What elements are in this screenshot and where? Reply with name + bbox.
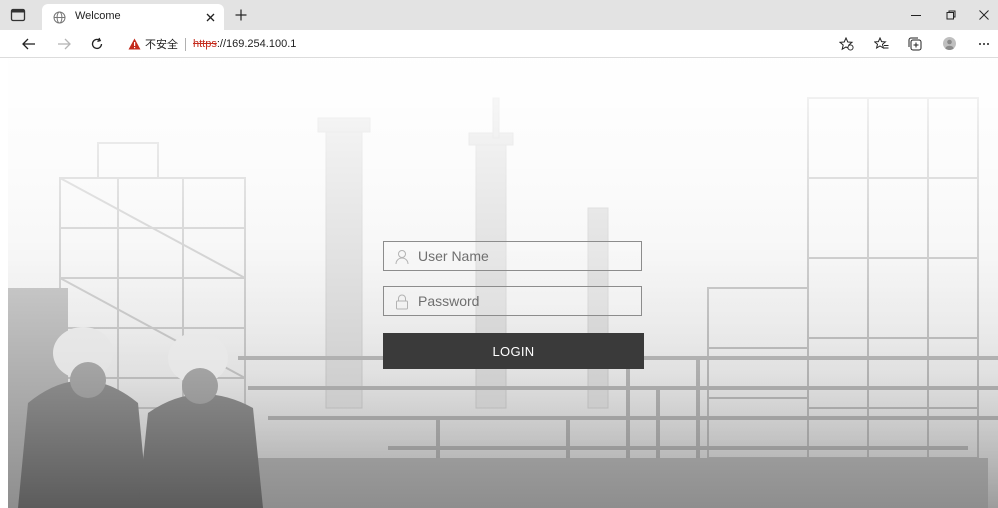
page-content: LOGIN	[8, 58, 998, 508]
profile-icon[interactable]	[940, 35, 958, 52]
password-input[interactable]	[418, 287, 633, 315]
back-icon[interactable]	[20, 35, 38, 52]
security-label: 不安全	[145, 39, 178, 51]
warning-icon	[128, 38, 141, 50]
login-form: LOGIN	[383, 241, 644, 369]
close-icon[interactable]	[975, 7, 993, 23]
url-field[interactable]: 不安全 https://169.254.100.1	[128, 36, 296, 52]
username-input[interactable]	[418, 242, 633, 270]
minimize-icon[interactable]	[907, 7, 925, 23]
security-indicator[interactable]: 不安全	[128, 36, 178, 52]
login-button[interactable]: LOGIN	[383, 333, 644, 369]
tab-title: Welcome	[75, 10, 121, 22]
more-icon[interactable]	[975, 35, 993, 52]
tab-welcome[interactable]: Welcome	[42, 4, 224, 30]
browser-window: Welcome 不安全 https://169.254.100.1 User N…	[0, 0, 998, 508]
url-text: https://169.254.100.1	[193, 38, 296, 50]
user-icon	[395, 249, 409, 265]
close-icon[interactable]	[202, 9, 218, 25]
tab-strip: Welcome	[0, 0, 998, 30]
lock-icon	[395, 294, 409, 310]
username-field[interactable]	[383, 241, 642, 271]
collections-icon[interactable]	[906, 35, 924, 52]
plus-icon[interactable]	[232, 6, 250, 24]
password-field[interactable]	[383, 286, 642, 316]
favorites-icon[interactable]	[872, 35, 890, 52]
tab-actions-icon[interactable]	[10, 8, 26, 22]
address-bar: 不安全 https://169.254.100.1	[0, 30, 998, 58]
url-divider	[185, 37, 186, 51]
url-host: ://169.254.100.1	[216, 38, 297, 50]
forward-icon[interactable]	[55, 35, 73, 52]
refresh-icon[interactable]	[88, 35, 106, 52]
url-scheme: https	[193, 38, 217, 50]
restore-icon[interactable]	[942, 7, 960, 23]
globe-icon	[53, 11, 66, 24]
favorites-add-icon[interactable]	[837, 35, 855, 52]
